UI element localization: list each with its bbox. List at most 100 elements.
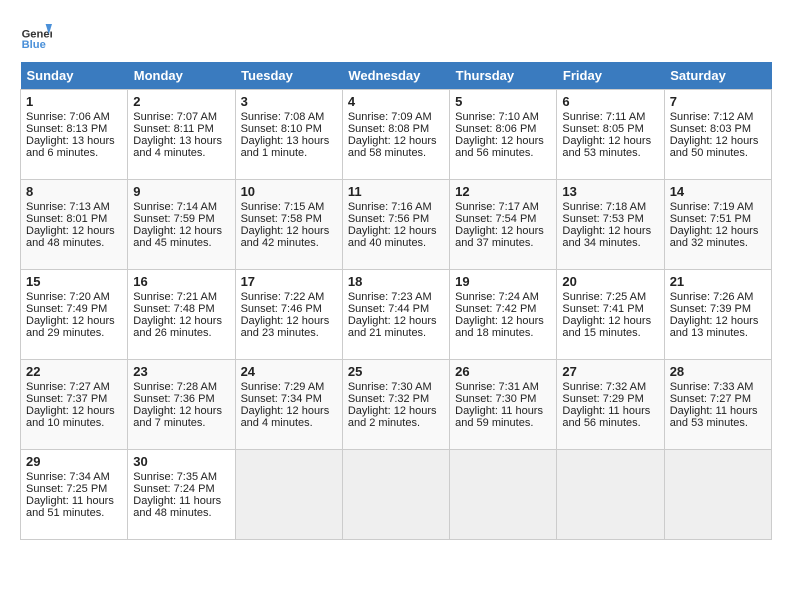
day-number: 22 — [26, 364, 122, 379]
day-number: 1 — [26, 94, 122, 109]
daylight-text: Daylight: 11 hours and 56 minutes. — [562, 405, 650, 429]
day-number: 27 — [562, 364, 658, 379]
sunset-text: Sunset: 7:48 PM — [133, 303, 214, 315]
daylight-text: Daylight: 12 hours and 26 minutes. — [133, 315, 222, 339]
sunrise-text: Sunrise: 7:21 AM — [133, 291, 217, 303]
sunset-text: Sunset: 7:25 PM — [26, 483, 107, 495]
sunset-text: Sunset: 7:32 PM — [348, 393, 429, 405]
calendar-cell: 25 Sunrise: 7:30 AM Sunset: 7:32 PM Dayl… — [342, 360, 449, 450]
calendar-week-row: 29 Sunrise: 7:34 AM Sunset: 7:25 PM Dayl… — [21, 450, 772, 540]
sunrise-text: Sunrise: 7:35 AM — [133, 471, 217, 483]
calendar-cell: 13 Sunrise: 7:18 AM Sunset: 7:53 PM Dayl… — [557, 180, 664, 270]
sunrise-text: Sunrise: 7:34 AM — [26, 471, 110, 483]
calendar-cell: 1 Sunrise: 7:06 AM Sunset: 8:13 PM Dayli… — [21, 90, 128, 180]
calendar-cell: 7 Sunrise: 7:12 AM Sunset: 8:03 PM Dayli… — [664, 90, 771, 180]
calendar-cell: 9 Sunrise: 7:14 AM Sunset: 7:59 PM Dayli… — [128, 180, 235, 270]
day-number: 30 — [133, 454, 229, 469]
day-number: 20 — [562, 274, 658, 289]
calendar-cell: 28 Sunrise: 7:33 AM Sunset: 7:27 PM Dayl… — [664, 360, 771, 450]
calendar-cell: 8 Sunrise: 7:13 AM Sunset: 8:01 PM Dayli… — [21, 180, 128, 270]
day-number: 17 — [241, 274, 337, 289]
sunrise-text: Sunrise: 7:25 AM — [562, 291, 646, 303]
daylight-text: Daylight: 12 hours and 32 minutes. — [670, 225, 759, 249]
calendar-cell: 27 Sunrise: 7:32 AM Sunset: 7:29 PM Dayl… — [557, 360, 664, 450]
sunset-text: Sunset: 7:44 PM — [348, 303, 429, 315]
daylight-text: Daylight: 12 hours and 42 minutes. — [241, 225, 330, 249]
sunset-text: Sunset: 7:49 PM — [26, 303, 107, 315]
sunrise-text: Sunrise: 7:28 AM — [133, 381, 217, 393]
sunset-text: Sunset: 7:58 PM — [241, 213, 322, 225]
calendar-cell: 18 Sunrise: 7:23 AM Sunset: 7:44 PM Dayl… — [342, 270, 449, 360]
sunset-text: Sunset: 8:03 PM — [670, 123, 751, 135]
sunrise-text: Sunrise: 7:31 AM — [455, 381, 539, 393]
sunset-text: Sunset: 7:27 PM — [670, 393, 751, 405]
calendar-cell — [235, 450, 342, 540]
daylight-text: Daylight: 13 hours and 6 minutes. — [26, 135, 115, 159]
calendar-cell — [664, 450, 771, 540]
daylight-text: Daylight: 11 hours and 59 minutes. — [455, 405, 543, 429]
day-number: 8 — [26, 184, 122, 199]
sunrise-text: Sunrise: 7:32 AM — [562, 381, 646, 393]
day-number: 21 — [670, 274, 766, 289]
calendar-cell: 12 Sunrise: 7:17 AM Sunset: 7:54 PM Dayl… — [450, 180, 557, 270]
calendar-cell — [450, 450, 557, 540]
day-number: 3 — [241, 94, 337, 109]
day-number: 29 — [26, 454, 122, 469]
daylight-text: Daylight: 12 hours and 50 minutes. — [670, 135, 759, 159]
day-number: 14 — [670, 184, 766, 199]
sunrise-text: Sunrise: 7:07 AM — [133, 111, 217, 123]
sunrise-text: Sunrise: 7:30 AM — [348, 381, 432, 393]
sunrise-text: Sunrise: 7:09 AM — [348, 111, 432, 123]
day-number: 7 — [670, 94, 766, 109]
weekday-header-tuesday: Tuesday — [235, 62, 342, 90]
weekday-header-wednesday: Wednesday — [342, 62, 449, 90]
svg-text:Blue: Blue — [22, 39, 46, 51]
sunset-text: Sunset: 7:29 PM — [562, 393, 643, 405]
calendar-cell: 6 Sunrise: 7:11 AM Sunset: 8:05 PM Dayli… — [557, 90, 664, 180]
calendar-header-row: SundayMondayTuesdayWednesdayThursdayFrid… — [21, 62, 772, 90]
sunset-text: Sunset: 7:59 PM — [133, 213, 214, 225]
calendar-cell: 2 Sunrise: 7:07 AM Sunset: 8:11 PM Dayli… — [128, 90, 235, 180]
daylight-text: Daylight: 12 hours and 13 minutes. — [670, 315, 759, 339]
day-number: 11 — [348, 184, 444, 199]
sunrise-text: Sunrise: 7:08 AM — [241, 111, 325, 123]
sunset-text: Sunset: 7:39 PM — [670, 303, 751, 315]
sunrise-text: Sunrise: 7:11 AM — [562, 111, 645, 123]
daylight-text: Daylight: 12 hours and 10 minutes. — [26, 405, 115, 429]
calendar-cell: 3 Sunrise: 7:08 AM Sunset: 8:10 PM Dayli… — [235, 90, 342, 180]
calendar-cell: 11 Sunrise: 7:16 AM Sunset: 7:56 PM Dayl… — [342, 180, 449, 270]
sunset-text: Sunset: 7:56 PM — [348, 213, 429, 225]
day-number: 9 — [133, 184, 229, 199]
calendar-cell: 15 Sunrise: 7:20 AM Sunset: 7:49 PM Dayl… — [21, 270, 128, 360]
sunrise-text: Sunrise: 7:12 AM — [670, 111, 754, 123]
daylight-text: Daylight: 12 hours and 56 minutes. — [455, 135, 544, 159]
day-number: 18 — [348, 274, 444, 289]
daylight-text: Daylight: 12 hours and 7 minutes. — [133, 405, 222, 429]
sunset-text: Sunset: 8:05 PM — [562, 123, 643, 135]
sunset-text: Sunset: 8:08 PM — [348, 123, 429, 135]
calendar-cell: 22 Sunrise: 7:27 AM Sunset: 7:37 PM Dayl… — [21, 360, 128, 450]
daylight-text: Daylight: 13 hours and 4 minutes. — [133, 135, 222, 159]
sunset-text: Sunset: 7:51 PM — [670, 213, 751, 225]
daylight-text: Daylight: 12 hours and 21 minutes. — [348, 315, 437, 339]
sunset-text: Sunset: 7:42 PM — [455, 303, 536, 315]
daylight-text: Daylight: 11 hours and 48 minutes. — [133, 495, 221, 519]
weekday-header-thursday: Thursday — [450, 62, 557, 90]
sunrise-text: Sunrise: 7:20 AM — [26, 291, 110, 303]
calendar-cell: 4 Sunrise: 7:09 AM Sunset: 8:08 PM Dayli… — [342, 90, 449, 180]
sunset-text: Sunset: 7:36 PM — [133, 393, 214, 405]
sunrise-text: Sunrise: 7:16 AM — [348, 201, 432, 213]
daylight-text: Daylight: 11 hours and 51 minutes. — [26, 495, 114, 519]
logo: General Blue — [20, 20, 52, 52]
sunset-text: Sunset: 7:24 PM — [133, 483, 214, 495]
weekday-header-friday: Friday — [557, 62, 664, 90]
sunrise-text: Sunrise: 7:14 AM — [133, 201, 217, 213]
calendar-week-row: 22 Sunrise: 7:27 AM Sunset: 7:37 PM Dayl… — [21, 360, 772, 450]
day-number: 24 — [241, 364, 337, 379]
weekday-header-sunday: Sunday — [21, 62, 128, 90]
logo-icon: General Blue — [20, 20, 52, 52]
daylight-text: Daylight: 12 hours and 40 minutes. — [348, 225, 437, 249]
calendar-cell: 16 Sunrise: 7:21 AM Sunset: 7:48 PM Dayl… — [128, 270, 235, 360]
daylight-text: Daylight: 12 hours and 45 minutes. — [133, 225, 222, 249]
sunset-text: Sunset: 8:13 PM — [26, 123, 107, 135]
